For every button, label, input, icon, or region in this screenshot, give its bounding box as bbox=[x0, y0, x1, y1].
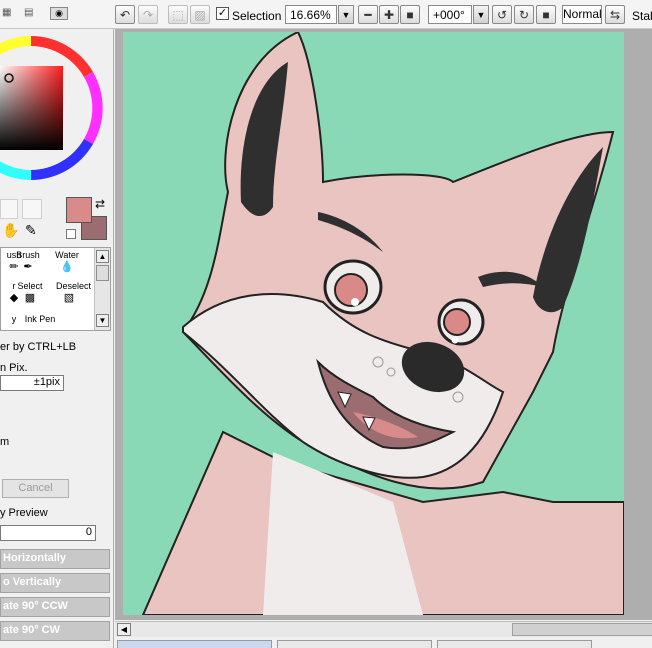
tool-water[interactable]: Water 💧 bbox=[54, 250, 80, 273]
zoom-input[interactable]: 16.66% bbox=[285, 5, 337, 24]
tool-label: Ink Pen bbox=[24, 314, 56, 324]
document-tab-2[interactable] bbox=[277, 640, 432, 648]
palette-slot-2[interactable] bbox=[22, 199, 42, 219]
tool-select[interactable]: Select ▩ bbox=[17, 281, 43, 304]
document-tabs bbox=[115, 638, 652, 648]
color-wheel[interactable] bbox=[0, 29, 104, 189]
pixel-label: n Pix. bbox=[0, 362, 28, 374]
drawing-canvas[interactable] bbox=[123, 32, 624, 615]
deselect-brush-icon: ▧ bbox=[63, 292, 75, 304]
flip-horizontally-button[interactable]: Horizontally bbox=[0, 549, 110, 569]
invert-selection-icon: ▨ bbox=[194, 7, 206, 22]
right-iris bbox=[443, 308, 471, 336]
tool-brush[interactable]: Brush ✒ bbox=[15, 250, 41, 273]
minus-icon: ━ bbox=[364, 7, 372, 22]
brush-tool-grid: ush ✏ Brush ✒ Water 💧 r ◆ Select ▩ Desel… bbox=[0, 247, 111, 331]
rotation-input[interactable]: +000° bbox=[428, 5, 472, 24]
flip-view-button[interactable]: ⇆ bbox=[605, 5, 625, 24]
selection-checkbox[interactable]: ✓ bbox=[216, 7, 229, 20]
chevron-down-icon: ▼ bbox=[98, 316, 107, 325]
deselect-icon: ⬚ bbox=[172, 7, 184, 22]
rotate-cw-icon: ↻ bbox=[518, 7, 530, 22]
rotate-left-button[interactable]: ↺ bbox=[492, 5, 512, 24]
flip-vertically-button[interactable]: o Vertically bbox=[0, 573, 110, 593]
scroll-thumb[interactable] bbox=[96, 265, 109, 281]
undo-icon: ↶ bbox=[119, 7, 131, 22]
swap-colors-icon[interactable]: ⇄ bbox=[95, 197, 105, 211]
blend-mode-select[interactable]: Normal bbox=[562, 5, 602, 24]
water-drop-icon: 💧 bbox=[60, 261, 74, 273]
tool-label: Brush bbox=[16, 250, 40, 260]
zoom-dropdown-button[interactable]: ▼ bbox=[338, 5, 354, 24]
stabilizer-label: Stab bbox=[632, 9, 652, 23]
preview-label: y Preview bbox=[0, 507, 48, 519]
stop-icon: ■ bbox=[406, 7, 414, 22]
tool-label: Water bbox=[55, 250, 79, 260]
preview-value-field[interactable]: 0 bbox=[0, 525, 96, 541]
zoom-out-button[interactable]: ━ bbox=[358, 5, 378, 24]
tool-grid-scrollbar[interactable]: ▲ ▼ bbox=[94, 248, 110, 330]
flip-icon: ⇆ bbox=[609, 7, 621, 22]
pixel-width-field[interactable]: ±1pix bbox=[0, 375, 64, 391]
redo-button[interactable]: ↷ bbox=[138, 5, 158, 24]
zoom-in-button[interactable]: ✚ bbox=[379, 5, 399, 24]
select-brush-icon: ▩ bbox=[24, 292, 36, 304]
chevron-up-icon: ▲ bbox=[98, 252, 107, 261]
chevron-down-icon: ▼ bbox=[341, 9, 351, 20]
undo-button[interactable]: ↶ bbox=[115, 5, 135, 24]
tool-ink-pen[interactable]: Ink Pen bbox=[22, 314, 58, 324]
scroll-left-button[interactable]: ◀ bbox=[117, 623, 131, 636]
hand-tool-icon[interactable]: ✋ bbox=[2, 222, 19, 239]
redo-icon: ↷ bbox=[142, 7, 154, 22]
stop-icon: ■ bbox=[542, 7, 550, 22]
zoom-reset-button[interactable]: ■ bbox=[400, 5, 420, 24]
m-label: m bbox=[0, 436, 10, 448]
plus-icon: ✚ bbox=[383, 7, 395, 22]
top-toolbar: ▦ ▤ ◉ ↶ ↷ ⬚ ▨ ✓ Selection 16.66% ▼ ━ ✚ ■… bbox=[0, 0, 652, 29]
rotate-cw-button[interactable]: ate 90° CW bbox=[0, 621, 110, 641]
reset-colors-icon[interactable] bbox=[66, 229, 76, 239]
chevron-down-icon: ▼ bbox=[476, 9, 486, 20]
document-tab-3[interactable] bbox=[437, 640, 592, 648]
foreground-color-swatch[interactable] bbox=[66, 197, 92, 223]
rotate-right-button[interactable]: ↻ bbox=[514, 5, 534, 24]
chevron-left-icon: ◀ bbox=[120, 625, 128, 634]
scroll-thumb[interactable] bbox=[512, 623, 652, 636]
drag-hint-text: er by CTRL+LB bbox=[0, 341, 77, 353]
tool-deselect[interactable]: Deselect ▧ bbox=[56, 281, 92, 304]
canvas-horizontal-scrollbar[interactable]: ◀ bbox=[115, 621, 652, 637]
view-mode-icon-2[interactable]: ▤ bbox=[24, 7, 44, 20]
fox-artwork bbox=[123, 32, 624, 615]
scroll-up-button[interactable]: ▲ bbox=[96, 250, 109, 263]
left-panel: ⇄ ✋ ✎ ush ✏ Brush ✒ Water 💧 r ◆ Select ▩… bbox=[0, 29, 114, 648]
tool-label: Select bbox=[17, 281, 43, 291]
document-tab-1[interactable] bbox=[117, 640, 272, 648]
selection-label: Selection bbox=[232, 9, 282, 23]
cancel-button[interactable]: Cancel bbox=[2, 479, 69, 498]
invert-selection-button[interactable]: ▨ bbox=[190, 5, 210, 24]
scroll-down-button[interactable]: ▼ bbox=[96, 314, 109, 327]
view-mode-icon-1[interactable]: ▦ bbox=[2, 7, 18, 20]
brush-icon: ✒ bbox=[23, 261, 33, 273]
left-iris bbox=[334, 273, 368, 307]
deselect-button[interactable]: ⬚ bbox=[168, 5, 188, 24]
rotate-reset-button[interactable]: ■ bbox=[536, 5, 556, 24]
rotation-dropdown-button[interactable]: ▼ bbox=[473, 5, 489, 24]
rotate-ccw-button[interactable]: ate 90° CCW bbox=[0, 597, 110, 617]
visibility-icon[interactable]: ◉ bbox=[50, 7, 68, 20]
palette-slot-1[interactable] bbox=[0, 199, 18, 219]
eyedropper-tool-icon[interactable]: ✎ bbox=[25, 222, 37, 239]
tool-label: Deselect bbox=[56, 281, 92, 291]
rotate-ccw-icon: ↺ bbox=[496, 7, 508, 22]
